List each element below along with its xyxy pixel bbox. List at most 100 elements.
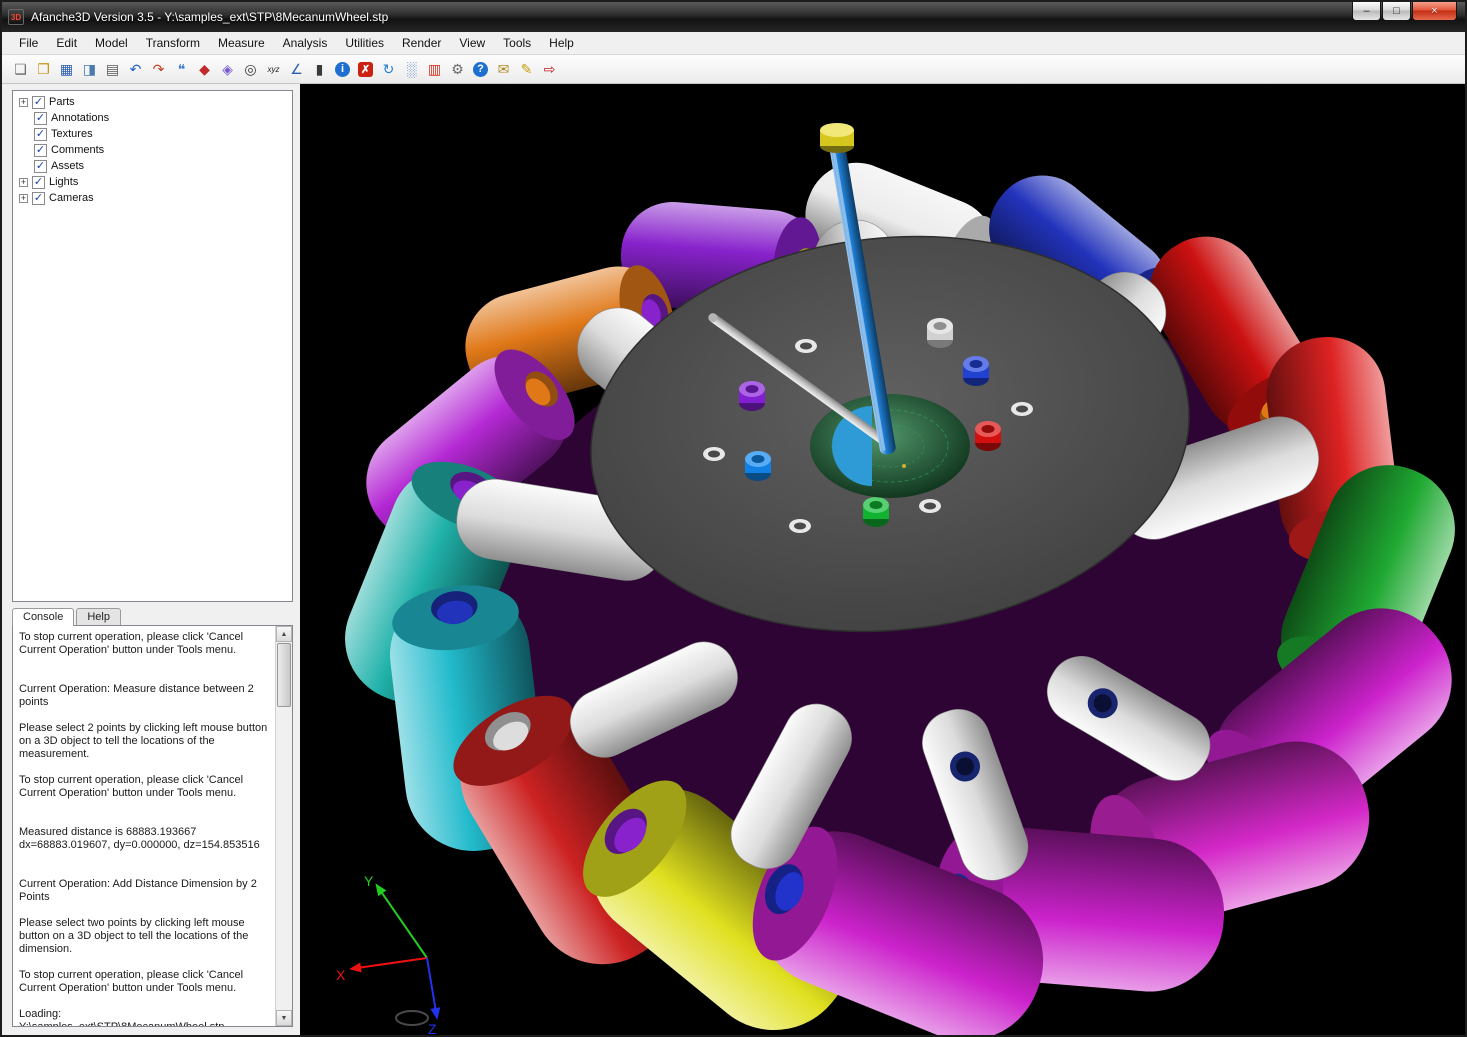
redo-icon[interactable]: ↷ bbox=[148, 59, 169, 80]
console-line: Current Operation: Add Distance Dimensio… bbox=[19, 878, 260, 903]
disk-bolt[interactable] bbox=[739, 381, 765, 411]
expander-icon[interactable]: + bbox=[19, 97, 28, 107]
tree-item-label: Lights bbox=[49, 176, 79, 188]
tree-checkbox[interactable]: ✓ bbox=[32, 175, 45, 189]
tab-help[interactable]: Help bbox=[76, 608, 121, 626]
menu-render[interactable]: Render bbox=[393, 33, 450, 53]
color-bars-icon[interactable]: ▥ bbox=[424, 59, 445, 80]
menu-bar: File Edit Model Transform Measure Analysis Uti… bbox=[2, 32, 1465, 55]
tree-checkbox[interactable]: ✓ bbox=[34, 127, 47, 141]
point-grid-icon[interactable]: ░ bbox=[401, 59, 422, 80]
menu-file[interactable]: File bbox=[10, 33, 47, 53]
disk-bolt[interactable] bbox=[975, 421, 1001, 451]
scrollbar-thumb[interactable] bbox=[277, 643, 291, 707]
expander-icon[interactable]: + bbox=[19, 193, 28, 203]
app-icon: 3D bbox=[8, 9, 24, 25]
console-scrollbar[interactable]: ▲ ▼ bbox=[275, 626, 292, 1026]
tree-item-assets[interactable]: ✓ Assets bbox=[13, 158, 292, 174]
search-icon[interactable]: ◎ bbox=[240, 59, 261, 80]
menu-model[interactable]: Model bbox=[86, 33, 137, 53]
undo-icon[interactable]: ↶ bbox=[125, 59, 146, 80]
refresh-icon[interactable]: ↻ bbox=[378, 59, 399, 80]
tree-checkbox[interactable]: ✓ bbox=[34, 143, 47, 157]
tree-checkbox[interactable]: ✓ bbox=[32, 191, 45, 205]
console-line: To stop current operation, please click … bbox=[19, 774, 247, 799]
settings-gear-icon[interactable]: ⚙ bbox=[447, 59, 468, 80]
tree-item-lights[interactable]: + ✓ Lights bbox=[13, 174, 292, 190]
tree-checkbox[interactable]: ✓ bbox=[34, 159, 47, 173]
mail-icon[interactable]: ✉ bbox=[493, 59, 514, 80]
console-line: Please select 2 points by clicking left … bbox=[19, 722, 271, 760]
tree-item-label: Cameras bbox=[49, 192, 94, 204]
menu-help[interactable]: Help bbox=[540, 33, 583, 53]
new-file-icon[interactable]: ❏ bbox=[10, 59, 31, 80]
toolbar: ❏ ❐ ▦ ◨ ▤ ↶ ↷ ❝ ◆ ◈ ◎ xyz ∠ ▮ i ✗ ↻ ░ ▥ ⚙? ✉ ✎ ⇨ bbox=[2, 55, 1465, 84]
scroll-down-button[interactable]: ▼ bbox=[276, 1010, 292, 1026]
tree-item-parts[interactable]: + ✓ Parts bbox=[13, 94, 292, 110]
measure-icon[interactable]: ∠ bbox=[286, 59, 307, 80]
tree-item-textures[interactable]: ✓ Textures bbox=[13, 126, 292, 142]
disk-bolt[interactable] bbox=[927, 318, 953, 348]
svg-text:Y: Y bbox=[364, 873, 374, 889]
tree-item-cameras[interactable]: + ✓ Cameras bbox=[13, 190, 292, 206]
print-icon[interactable]: ▤ bbox=[102, 59, 123, 80]
cancel-icon[interactable]: ✗ bbox=[355, 59, 376, 80]
minimize-button[interactable]: – bbox=[1352, 2, 1381, 21]
hint-icon[interactable]: ✎ bbox=[516, 59, 537, 80]
disk-bolt[interactable] bbox=[963, 356, 989, 386]
menu-measure[interactable]: Measure bbox=[209, 33, 274, 53]
tree-item-label: Assets bbox=[51, 160, 85, 172]
disk-bolt[interactable] bbox=[863, 497, 889, 527]
tree-item-label: Textures bbox=[51, 128, 93, 140]
snapshot-icon[interactable]: ◨ bbox=[79, 59, 100, 80]
xyz-axes-icon[interactable]: xyz bbox=[263, 59, 284, 80]
scene-tree[interactable]: + ✓ Parts ✓ Annotations ✓ Textures ✓ Comments ✓ As… bbox=[12, 90, 293, 602]
title-bar[interactable]: 3D Afanche3D Version 3.5 - Y:\samples_ex… bbox=[2, 2, 1465, 32]
close-button[interactable]: × bbox=[1412, 2, 1457, 21]
menu-utilities[interactable]: Utilities bbox=[336, 33, 393, 53]
exit-icon[interactable]: ⇨ bbox=[539, 59, 560, 80]
film-icon[interactable]: ▮ bbox=[309, 59, 330, 80]
save-icon[interactable]: ▦ bbox=[56, 59, 77, 80]
info-icon[interactable]: i bbox=[332, 59, 353, 80]
tree-item-label: Annotations bbox=[51, 112, 110, 124]
tree-item-annotations[interactable]: ✓ Annotations bbox=[13, 110, 292, 126]
export-model-icon[interactable]: ◈ bbox=[217, 59, 238, 80]
console-line: dx=68883.019607, dy=0.000000, dz=154.853… bbox=[19, 839, 260, 851]
menu-tools[interactable]: Tools bbox=[494, 33, 540, 53]
menu-analysis[interactable]: Analysis bbox=[274, 33, 337, 53]
open-folder-icon[interactable]: ❐ bbox=[33, 59, 54, 80]
window-title: Afanche3D Version 3.5 - Y:\samples_ext\S… bbox=[31, 10, 389, 24]
tree-item-label: Parts bbox=[49, 96, 75, 108]
expander-icon[interactable]: + bbox=[19, 177, 28, 187]
viewport-3d[interactable]: Y X Z bbox=[300, 84, 1465, 1035]
tree-item-comments[interactable]: ✓ Comments bbox=[13, 142, 292, 158]
sidebar: + ✓ Parts ✓ Annotations ✓ Textures ✓ Comments ✓ As… bbox=[2, 84, 300, 1035]
axis-triad: Y X Z bbox=[336, 873, 441, 1035]
wheel-3d-model: Y X Z bbox=[336, 123, 1455, 1035]
disk-bolt[interactable] bbox=[745, 451, 771, 481]
maximize-button[interactable]: □ bbox=[1382, 2, 1411, 21]
render-3d-icon[interactable]: ◆ bbox=[194, 59, 215, 80]
console-line: To stop current operation, please click … bbox=[19, 969, 247, 994]
tree-checkbox[interactable]: ✓ bbox=[34, 111, 47, 125]
console-output[interactable]: To stop current operation, please click … bbox=[13, 626, 275, 1026]
help-icon[interactable]: ? bbox=[470, 59, 491, 80]
tab-console[interactable]: Console bbox=[12, 608, 75, 626]
comment-icon[interactable]: ❝ bbox=[171, 59, 192, 80]
menu-edit[interactable]: Edit bbox=[47, 33, 86, 53]
floor-ring bbox=[395, 1010, 429, 1026]
menu-transform[interactable]: Transform bbox=[137, 33, 209, 53]
menu-view[interactable]: View bbox=[450, 33, 494, 53]
app-window: 3D Afanche3D Version 3.5 - Y:\samples_ex… bbox=[0, 0, 1467, 1037]
tree-checkbox[interactable]: ✓ bbox=[32, 95, 45, 109]
window-controls: – □ × bbox=[1352, 2, 1457, 21]
scroll-up-button[interactable]: ▲ bbox=[276, 626, 292, 642]
